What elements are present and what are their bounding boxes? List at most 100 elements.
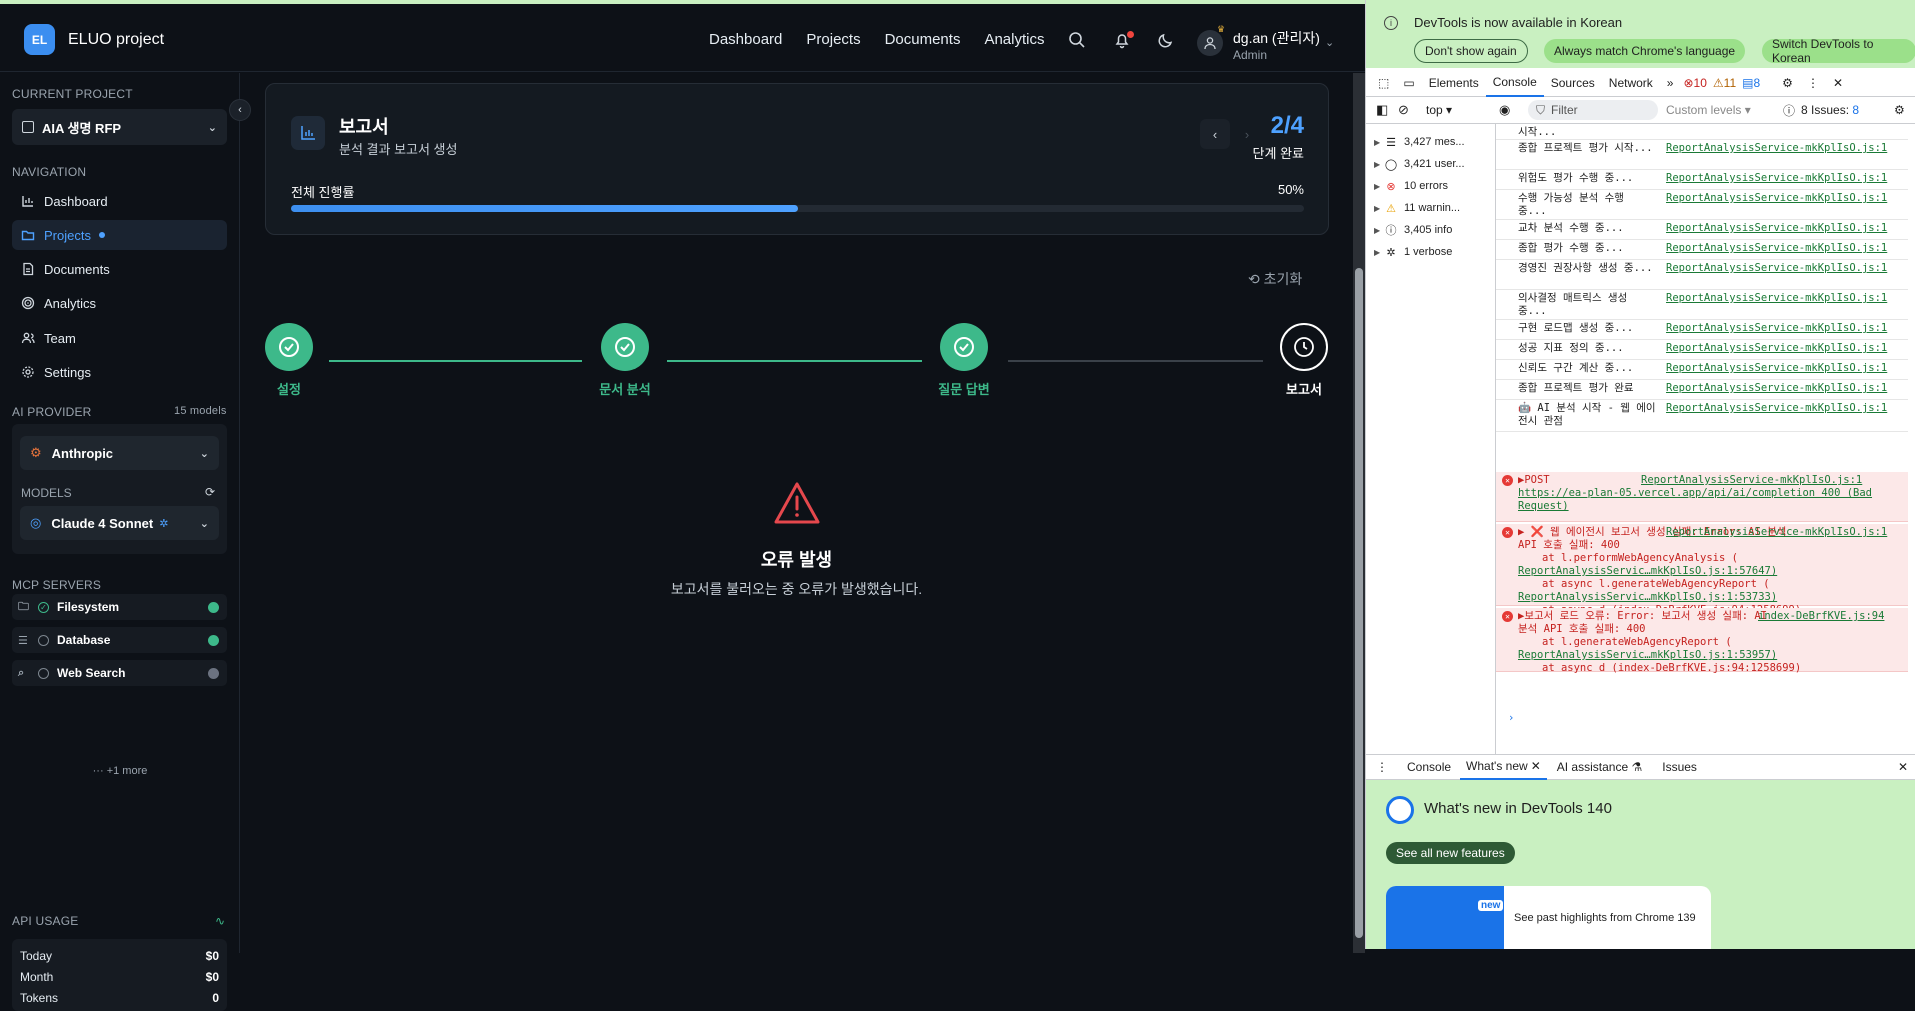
search-icon[interactable] [1067,30,1087,50]
check-icon [615,337,635,357]
log-source-link[interactable]: ReportAnalysisService-mkKplIsO.js:1 [1641,474,1862,487]
sidebar-item-dashboard[interactable]: Dashboard [12,186,227,216]
log-source-link[interactable]: ReportAnalysisService-mkKplIsO.js:1 [1666,402,1887,415]
side-user-label: 3,421 user... [1404,158,1465,170]
log-source-link[interactable]: ReportAnalysisService-mkKplIsO.js:1 [1666,222,1887,235]
user-icon: ◯ [1384,158,1398,171]
step-4-circle[interactable] [1280,323,1328,371]
gear-icon[interactable]: ⚙ [1894,103,1905,117]
more-servers-link[interactable]: ··· +1 more [0,765,240,777]
message-count-badge[interactable]: ▤ 8 [1739,69,1763,97]
log-source-link[interactable]: ReportAnalysisService-mkKplIsO.js:1 [1666,242,1887,255]
warning-count-badge[interactable]: ⚠ 11 [1710,69,1739,97]
mcp-server-filesystem[interactable]: 🗀 ✓ Filesystem [12,594,227,620]
side-info[interactable]: ▶ ⓘ 3,405 info [1374,220,1452,240]
topnav-projects[interactable]: Projects [806,31,860,48]
side-verbose[interactable]: ▶ ✲ 1 verbose [1374,242,1452,262]
log-source-link[interactable]: ReportAnalysisService-mkKplIsO.js:1 [1666,342,1887,355]
project-select[interactable]: AIA 생명 RFP ⌄ [12,109,227,145]
log-source-link[interactable]: ReportAnalysisService-mkKplIsO.js:1 [1666,362,1887,375]
dont-show-again-button[interactable]: Don't show again [1414,39,1528,63]
collapse-sidebar-button[interactable]: ‹ [229,99,251,121]
see-all-features-button[interactable]: See all new features [1386,842,1515,864]
user-name[interactable]: dg.an (관리자) [1233,28,1320,48]
log-source-link[interactable]: ReportAnalysisService-mkKplIsO.js:1 [1666,172,1887,185]
drawer-tab-whats-new[interactable]: What's new ✕ [1460,754,1547,780]
mcp-server-web-search[interactable]: ⌕ Web Search [12,660,227,686]
eye-icon[interactable]: ◉ [1499,102,1510,118]
provider-select[interactable]: ⚙ Anthropic ⌄ [20,436,219,470]
kebab-menu-icon[interactable]: ⋮ [1800,69,1826,97]
step-3-circle[interactable] [940,323,988,371]
stack-link[interactable]: ReportAnalysisServic…mkKplIsO.js:1:53957… [1518,649,1908,662]
refresh-icon[interactable]: ⟳ [205,485,215,499]
topnav-documents[interactable]: Documents [885,31,961,48]
context-select[interactable]: top ▾ [1426,103,1452,117]
sidebar-item-analytics[interactable]: Analytics [12,288,227,318]
topnav-analytics[interactable]: Analytics [984,31,1044,48]
log-source-link[interactable]: ReportAnalysisService-mkKplIsO.js:1 [1666,526,1887,539]
reset-button[interactable]: ⟲ 초기화 [1248,269,1302,289]
step-1-circle[interactable] [265,323,313,371]
stack-link[interactable]: ReportAnalysisServic…mkKplIsO.js:1:53733… [1518,591,1908,604]
log-source-link[interactable]: ReportAnalysisService-mkKplIsO.js:1 [1666,262,1887,275]
model-select[interactable]: ◎ Claude 4 Sonnet ✲ ⌄ [20,506,219,540]
log-source-link[interactable]: index-DeBrfKVE.js:94 [1758,610,1884,623]
tab-sources[interactable]: Sources [1544,69,1602,97]
sidebar-item-team[interactable]: Team [12,323,227,353]
moon-icon[interactable] [1156,30,1176,50]
error-url[interactable]: https://ea-plan-05.vercel.app/api/ai/com… [1518,487,1908,513]
device-icon[interactable]: ▭ [1396,69,1421,97]
sidebar-toggle-icon[interactable]: ◧ [1376,102,1388,118]
switch-korean-button[interactable]: Switch DevTools to Korean [1762,37,1915,65]
sidebar-item-projects[interactable]: Projects [12,220,227,250]
log-source-link[interactable]: ReportAnalysisService-mkKplIsO.js:1 [1666,142,1887,155]
scrollbar-thumb[interactable] [1355,268,1363,938]
more-tabs-icon[interactable]: » [1660,69,1681,97]
match-language-button[interactable]: Always match Chrome's language [1544,39,1746,63]
issues-button[interactable]: 8 Issues: 8 [1801,103,1859,117]
filter-input[interactable]: ⛉ Filter [1528,100,1658,120]
side-user-messages[interactable]: ▶ ◯ 3,421 user... [1374,154,1465,174]
drawer-tab-ai-assistance[interactable]: AI assistance ⚗ [1547,760,1652,774]
inspect-icon[interactable]: ⬚ [1366,69,1396,97]
mcp-server-database[interactable]: ☰ Database [12,627,227,653]
status-dot [208,667,219,679]
stack-link[interactable]: ReportAnalysisServic…mkKplIsO.js:1:57647… [1518,565,1908,578]
kebab-menu-icon[interactable]: ⋮ [1366,760,1398,774]
tab-elements[interactable]: Elements [1422,69,1486,97]
levels-select[interactable]: Custom levels ▾ [1666,103,1751,117]
log-source-link[interactable]: ReportAnalysisService-mkKplIsO.js:1 [1666,192,1887,205]
log-source-link[interactable]: ReportAnalysisService-mkKplIsO.js:1 [1666,292,1887,305]
page-scrollbar[interactable] [1353,73,1365,953]
drawer-tab-console[interactable]: Console [1398,760,1460,774]
side-warnings[interactable]: ▶ ⚠ 11 warnin... [1374,198,1460,218]
highlight-card[interactable]: new See past highlights from Chrome 139 [1386,886,1711,949]
side-messages[interactable]: ▶ ☰ 3,427 mes... [1374,132,1465,152]
gear-icon[interactable]: ⚙ [1775,69,1800,97]
close-icon[interactable]: ✕ [1898,760,1908,774]
close-icon[interactable]: ✕ [1826,69,1850,97]
sidebar-item-documents[interactable]: Documents [12,254,227,284]
drawer-tab-issues[interactable]: Issues [1652,760,1707,774]
close-icon[interactable]: ✕ [1531,759,1541,773]
step-2-circle[interactable] [601,323,649,371]
clear-console-icon[interactable]: ⊘ [1398,102,1409,118]
error-head[interactable]: ▶POST [1518,474,1638,487]
error-count-badge[interactable]: ⊗ 10 [1680,69,1709,97]
error-head[interactable]: ▶보고서 로드 오류: Error: 보고서 생성 실패: AI 분석 API … [1518,610,1778,636]
tab-network[interactable]: Network [1602,69,1660,97]
log-source-link[interactable]: ReportAnalysisService-mkKplIsO.js:1 [1666,382,1887,395]
sidebar-item-label: Analytics [44,295,97,311]
logo-badge[interactable]: EL [24,24,55,55]
app-name[interactable]: ELUO project [68,31,164,49]
sidebar-item-settings[interactable]: Settings [12,357,227,387]
whats-new-panel: What's new in DevTools 140 See all new f… [1366,780,1915,949]
chevron-down-icon[interactable]: ⌄ [1325,36,1334,49]
console-prompt-icon[interactable]: › [1508,712,1514,724]
prev-step-button[interactable]: ‹ [1200,119,1230,149]
topnav-dashboard[interactable]: Dashboard [709,31,782,48]
side-errors[interactable]: ▶ ⊗ 10 errors [1374,176,1448,196]
log-source-link[interactable]: ReportAnalysisService-mkKplIsO.js:1 [1666,322,1887,335]
tab-console[interactable]: Console [1485,68,1544,97]
